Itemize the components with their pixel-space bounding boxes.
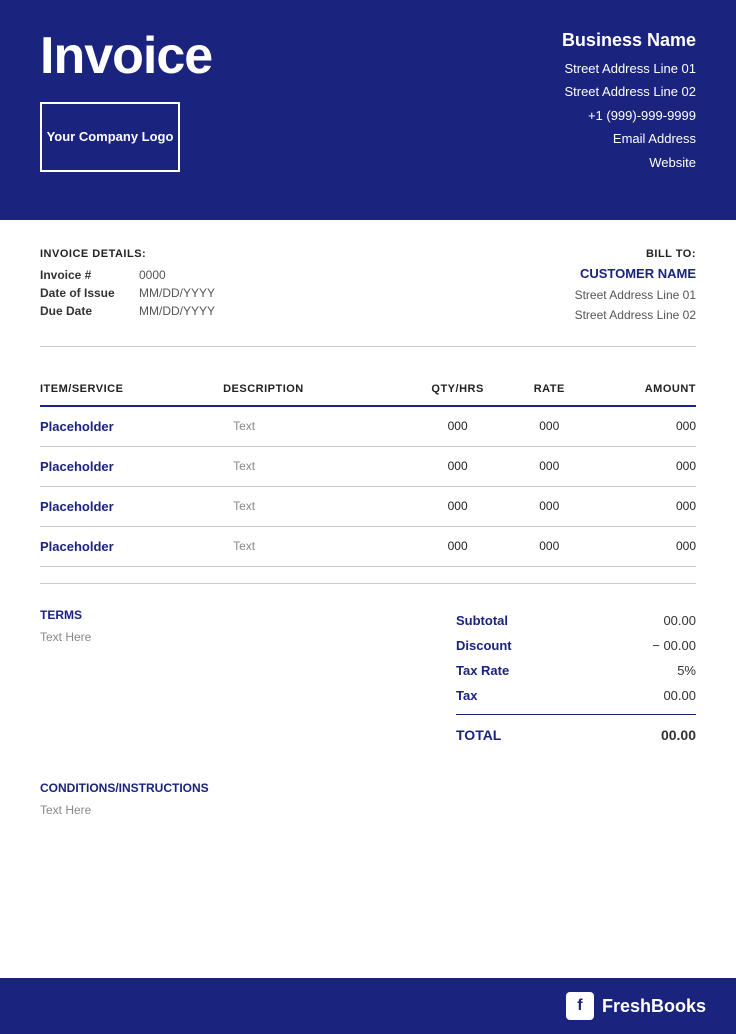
discount-label: Discount [456, 638, 512, 653]
business-info: Street Address Line 01 Street Address Li… [562, 57, 696, 174]
table-row: Placeholder Text 000 000 000 [40, 446, 696, 486]
customer-name: CUSTOMER NAME [368, 266, 696, 281]
invoice-title: Invoice [40, 30, 212, 82]
row-desc-1: Text [223, 446, 400, 486]
row-amount-3: 000 [583, 526, 696, 566]
conditions-title: CONDITIONS/INSTRUCTIONS [40, 781, 696, 795]
invoice-details-title: INVOICE DETAILS: [40, 248, 368, 260]
table-section: ITEM/SERVICE DESCRIPTION QTY/HRS RATE AM… [0, 347, 736, 583]
invoice-number-row: Invoice # 0000 [40, 268, 368, 282]
business-address2: Street Address Line 02 [562, 80, 696, 103]
row-rate-3: 000 [515, 526, 583, 566]
row-amount-0: 000 [583, 406, 696, 447]
bottom-section: TERMS Text Here Subtotal 00.00 Discount … [0, 584, 736, 765]
table-row: Placeholder Text 000 000 000 [40, 406, 696, 447]
issue-date-label: Date of Issue [40, 286, 125, 300]
footer: f FreshBooks [0, 978, 736, 1034]
row-rate-1: 000 [515, 446, 583, 486]
logo-box: Your Company Logo [40, 102, 180, 172]
total-label: TOTAL [456, 727, 501, 743]
discount-row: Discount − 00.00 [456, 633, 696, 658]
tax-row: Tax 00.00 [456, 683, 696, 708]
col-header-rate: RATE [515, 375, 583, 406]
customer-address: Street Address Line 01 Street Address Li… [368, 285, 696, 326]
conditions-text: Text Here [40, 803, 696, 817]
terms-section: TERMS Text Here [40, 608, 456, 644]
totals-section: Subtotal 00.00 Discount − 00.00 Tax Rate… [456, 608, 696, 749]
freshbooks-icon: f [566, 992, 594, 1020]
header-right: Business Name Street Address Line 01 Str… [562, 30, 696, 174]
header-left: Invoice Your Company Logo [40, 30, 212, 172]
subtotal-value: 00.00 [663, 613, 696, 628]
table-row: Placeholder Text 000 000 000 [40, 486, 696, 526]
row-desc-0: Text [223, 406, 400, 447]
total-final-row: TOTAL 00.00 [456, 721, 696, 749]
due-date-row: Due Date MM/DD/YYYY [40, 304, 368, 318]
issue-date-row: Date of Issue MM/DD/YYYY [40, 286, 368, 300]
row-rate-2: 000 [515, 486, 583, 526]
subtotal-row: Subtotal 00.00 [456, 608, 696, 633]
conditions-section: CONDITIONS/INSTRUCTIONS Text Here [0, 765, 736, 837]
col-header-item: ITEM/SERVICE [40, 375, 223, 406]
business-email: Email Address [562, 127, 696, 150]
row-item-2: Placeholder [40, 486, 223, 526]
col-header-description: DESCRIPTION [223, 375, 400, 406]
row-amount-2: 000 [583, 486, 696, 526]
row-amount-1: 000 [583, 446, 696, 486]
row-qty-2: 000 [400, 486, 515, 526]
row-item-0: Placeholder [40, 406, 223, 447]
col-header-qty: QTY/HRS [400, 375, 515, 406]
row-qty-0: 000 [400, 406, 515, 447]
invoice-details: INVOICE DETAILS: Invoice # 0000 Date of … [40, 248, 368, 322]
freshbooks-icon-letter: f [577, 997, 582, 1015]
table-row: Placeholder Text 000 000 000 [40, 526, 696, 566]
freshbooks-logo: f FreshBooks [566, 992, 706, 1020]
row-desc-2: Text [223, 486, 400, 526]
customer-address1: Street Address Line 01 [368, 285, 696, 305]
row-qty-1: 000 [400, 446, 515, 486]
terms-title: TERMS [40, 608, 426, 622]
details-section: INVOICE DETAILS: Invoice # 0000 Date of … [0, 220, 736, 346]
issue-date-value: MM/DD/YYYY [139, 286, 215, 300]
business-website: Website [562, 151, 696, 174]
taxrate-row: Tax Rate 5% [456, 658, 696, 683]
tax-value: 00.00 [663, 688, 696, 703]
business-name: Business Name [562, 30, 696, 51]
due-date-label: Due Date [40, 304, 125, 318]
row-desc-3: Text [223, 526, 400, 566]
due-date-value: MM/DD/YYYY [139, 304, 215, 318]
terms-text: Text Here [40, 630, 426, 644]
row-qty-3: 000 [400, 526, 515, 566]
table-body: Placeholder Text 000 000 000 Placeholder… [40, 406, 696, 567]
subtotal-label: Subtotal [456, 613, 508, 628]
bill-to-title: BILL TO: [368, 248, 696, 260]
business-address1: Street Address Line 01 [562, 57, 696, 80]
tax-label: Tax [456, 688, 477, 703]
taxrate-label: Tax Rate [456, 663, 509, 678]
discount-value: − 00.00 [652, 638, 696, 653]
invoice-number-value: 0000 [139, 268, 166, 282]
business-phone: +1 (999)-999-9999 [562, 104, 696, 127]
table-header: ITEM/SERVICE DESCRIPTION QTY/HRS RATE AM… [40, 375, 696, 406]
bill-to: BILL TO: CUSTOMER NAME Street Address Li… [368, 248, 696, 326]
total-divider [456, 714, 696, 715]
row-item-1: Placeholder [40, 446, 223, 486]
logo-text: Your Company Logo [47, 128, 174, 146]
taxrate-value: 5% [677, 663, 696, 678]
freshbooks-brand: FreshBooks [602, 996, 706, 1017]
invoice-table: ITEM/SERVICE DESCRIPTION QTY/HRS RATE AM… [40, 375, 696, 567]
header: Invoice Your Company Logo Business Name … [0, 0, 736, 220]
invoice-number-label: Invoice # [40, 268, 125, 282]
row-rate-0: 000 [515, 406, 583, 447]
row-item-3: Placeholder [40, 526, 223, 566]
col-header-amount: AMOUNT [583, 375, 696, 406]
customer-address2: Street Address Line 02 [368, 305, 696, 325]
total-value: 00.00 [661, 727, 696, 743]
